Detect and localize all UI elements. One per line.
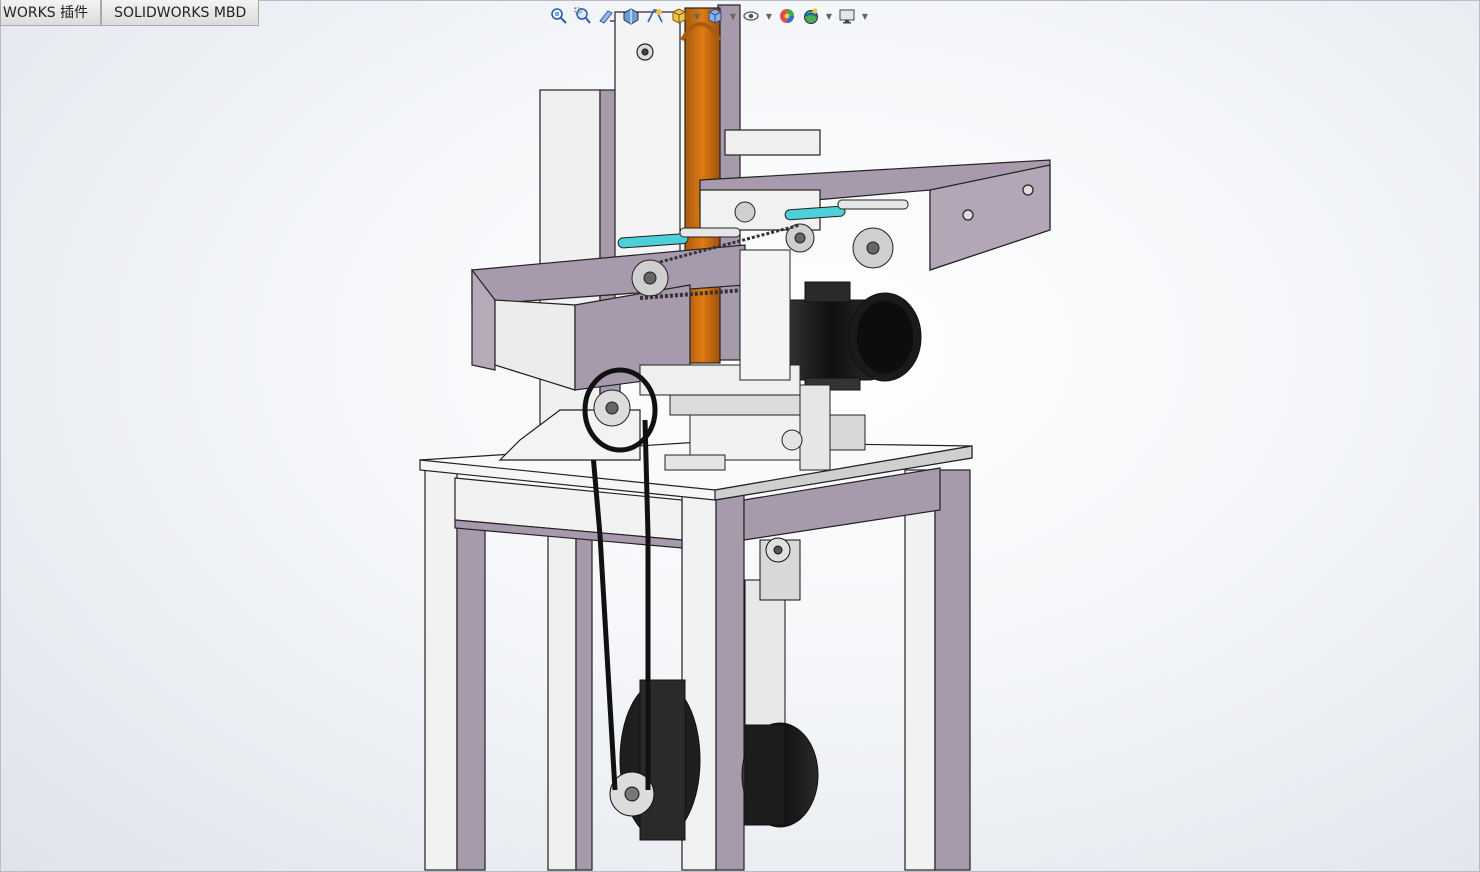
section-view-icon[interactable] bbox=[620, 5, 642, 27]
graphics-area-3d-model[interactable] bbox=[0, 0, 1480, 872]
display-style-icon[interactable] bbox=[704, 5, 726, 27]
view-orientation-icon[interactable] bbox=[668, 5, 690, 27]
view-settings-icon[interactable] bbox=[836, 5, 858, 27]
display-style-dropdown-icon[interactable]: ▼ bbox=[728, 12, 738, 21]
command-manager-tabs: WORKS 插件 SOLIDWORKS MBD bbox=[0, 0, 260, 28]
tab-solidworks-mbd[interactable]: SOLIDWORKS MBD bbox=[101, 0, 260, 26]
dynamic-annotation-icon[interactable] bbox=[644, 5, 666, 27]
hide-show-dropdown-icon[interactable]: ▼ bbox=[764, 12, 774, 21]
main-motor bbox=[779, 281, 922, 391]
zoom-to-fit-icon[interactable] bbox=[548, 5, 570, 27]
hide-show-items-icon[interactable] bbox=[740, 5, 762, 27]
edit-appearance-icon[interactable] bbox=[776, 5, 798, 27]
tab-solidworks-addins[interactable]: WORKS 插件 bbox=[0, 0, 102, 26]
view-orientation-dropdown-icon[interactable]: ▼ bbox=[692, 12, 702, 21]
heads-up-view-toolbar: ▼ ▼ ▼ ▼ ▼ bbox=[548, 4, 870, 28]
view-settings-dropdown-icon[interactable]: ▼ bbox=[860, 12, 870, 21]
apply-scene-icon[interactable] bbox=[800, 5, 822, 27]
apply-scene-dropdown-icon[interactable]: ▼ bbox=[824, 12, 834, 21]
machine-frame-stand bbox=[419, 441, 973, 871]
zoom-to-area-icon[interactable] bbox=[572, 5, 594, 27]
previous-view-icon[interactable] bbox=[596, 5, 618, 27]
